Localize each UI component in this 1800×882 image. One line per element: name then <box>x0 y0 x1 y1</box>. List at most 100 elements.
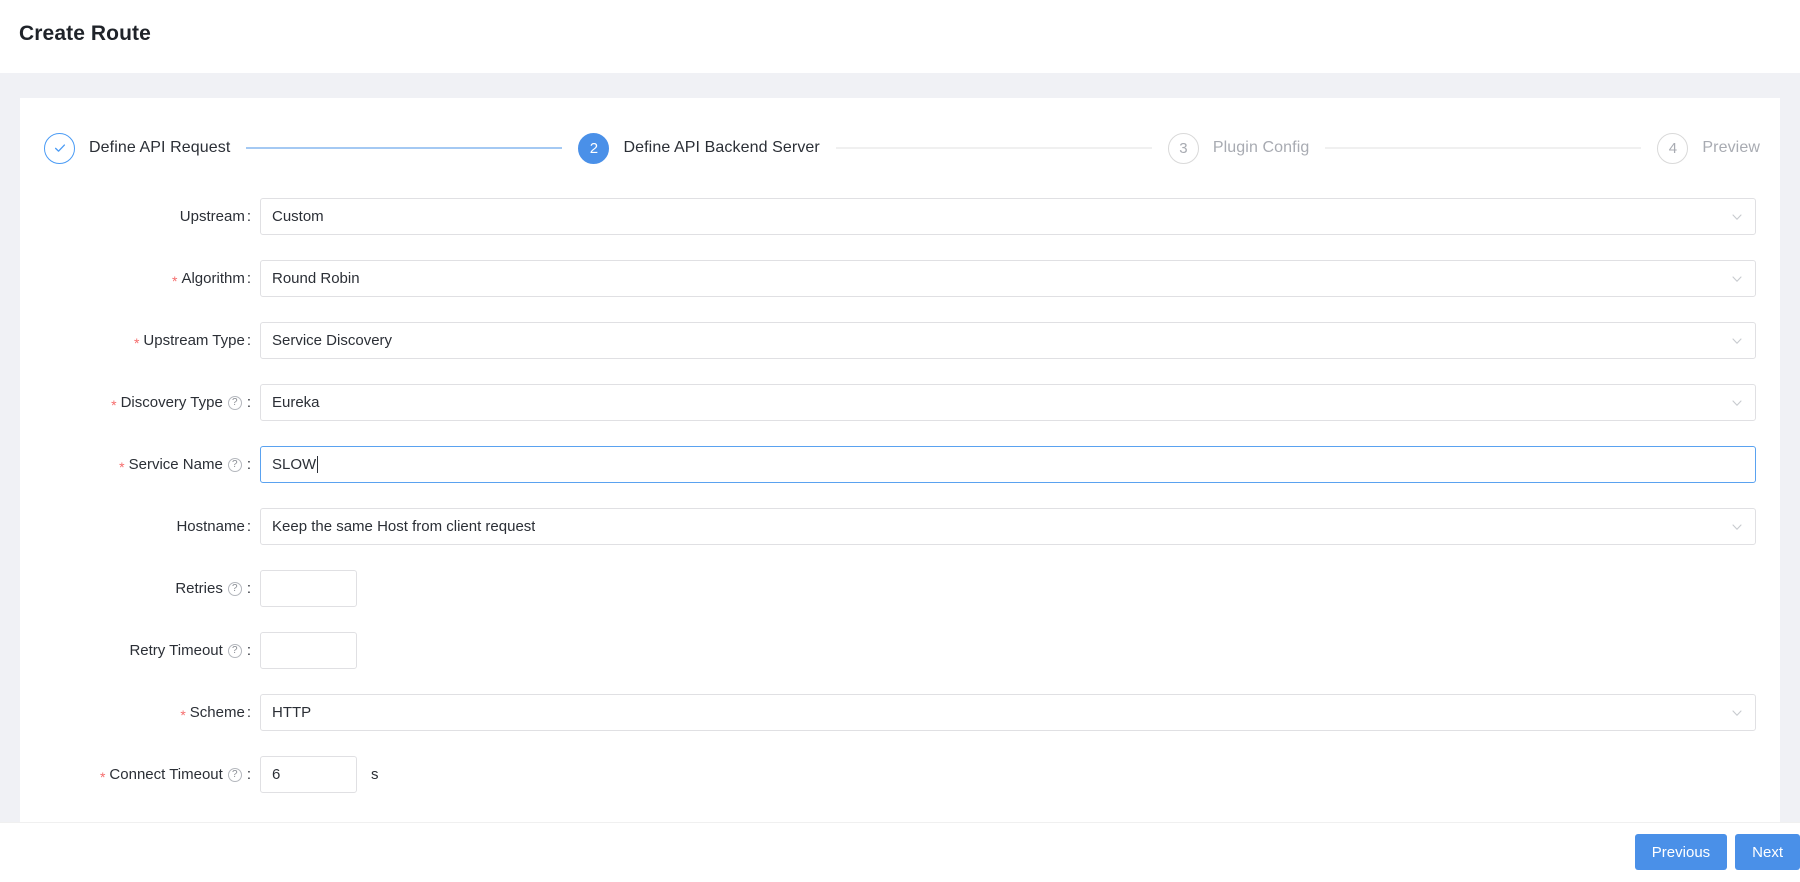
form-label-text: Retries <box>175 580 223 597</box>
form-label-retry-timeout: Retry Timeout?: <box>20 642 260 659</box>
form-control-retries <box>260 570 357 607</box>
backend-server-form: Upstream: Custom * Algorithm: Round Robin * Up… <box>20 198 1780 818</box>
wizard-step-label: Plugin Config <box>1212 139 1310 156</box>
form-control-upstream-type: Service Discovery <box>260 322 1756 359</box>
field-value: Round Robin <box>272 270 360 287</box>
form-label-service-name: * Service Name?: <box>20 456 260 475</box>
form-control-scheme: HTTP <box>260 694 1756 731</box>
form-row-discovery-type: * Discovery Type?: Eureka <box>20 384 1780 421</box>
field-value: Keep the same Host from client request <box>272 518 536 535</box>
form-row-upstream-type: * Upstream Type: Service Discovery <box>20 322 1780 359</box>
form-control-hostname: Keep the same Host from client request <box>260 508 1756 545</box>
form-label-retries: Retries?: <box>20 580 260 597</box>
form-control-service-name: SLOW <box>260 446 1756 483</box>
help-icon[interactable]: ? <box>227 643 242 658</box>
wizard-step-label: Preview <box>1702 139 1760 156</box>
wizard-step-connector <box>1325 147 1642 149</box>
help-icon[interactable]: ? <box>227 457 242 472</box>
form-label-upstream: Upstream: <box>20 208 260 225</box>
form-label-text: Upstream <box>179 208 245 225</box>
form-control-upstream: Custom <box>260 198 1756 235</box>
select-scheme[interactable]: HTTP <box>260 694 1756 731</box>
required-asterisk: * <box>180 706 186 723</box>
check-icon <box>44 132 75 164</box>
wizard-step-connector <box>835 147 1152 149</box>
help-icon[interactable]: ? <box>227 767 242 782</box>
text-caret <box>317 456 319 473</box>
wizard-step-1[interactable]: Define API Request <box>44 132 230 164</box>
form-label-text: Scheme <box>189 704 245 721</box>
required-asterisk: * <box>99 768 106 785</box>
wizard-step-label: Define API Backend Server <box>623 139 820 156</box>
page-right-gutter <box>1780 73 1800 822</box>
field-value: 6 <box>272 766 281 783</box>
field-value: Service Discovery <box>272 332 393 349</box>
form-label-text: Hostname <box>176 518 245 535</box>
field-value: Custom <box>272 208 324 225</box>
label-colon: : <box>246 580 251 597</box>
required-asterisk: * <box>133 334 140 351</box>
form-row-algorithm: * Algorithm: Round Robin <box>20 260 1780 297</box>
form-row-scheme: * Scheme: HTTP <box>20 694 1780 731</box>
wizard-footer: Previous Next <box>0 822 1800 882</box>
wizard-step-4[interactable]: 4 Preview <box>1657 132 1760 164</box>
wizard-step-2[interactable]: 2 Define API Backend Server <box>578 132 820 164</box>
field-value: HTTP <box>272 704 312 721</box>
required-asterisk: * <box>111 396 117 413</box>
label-colon: : <box>246 208 251 225</box>
label-colon: : <box>246 394 251 411</box>
form-label-algorithm: * Algorithm: <box>20 270 260 289</box>
field-value: SLOW <box>272 456 317 473</box>
form-label-upstream-type: * Upstream Type: <box>20 332 260 351</box>
unit-suffix-connect-timeout: s <box>371 766 379 783</box>
label-colon: : <box>246 766 251 783</box>
help-icon[interactable]: ? <box>227 395 242 410</box>
input-retry-timeout[interactable] <box>260 632 357 669</box>
step-number-4: 4 <box>1657 132 1689 164</box>
select-upstream-type[interactable]: Service Discovery <box>260 322 1756 359</box>
form-label-hostname: Hostname: <box>20 518 260 535</box>
select-algorithm[interactable]: Round Robin <box>260 260 1756 297</box>
form-label-text: Service Name <box>128 456 223 473</box>
input-retries[interactable] <box>260 570 357 607</box>
previous-button[interactable]: Previous <box>1634 834 1728 870</box>
form-label-discovery-type: * Discovery Type?: <box>20 394 260 413</box>
form-label-text: Retry Timeout <box>129 642 223 659</box>
form-row-upstream: Upstream: Custom <box>20 198 1780 235</box>
form-label-text: Connect Timeout <box>109 766 223 783</box>
form-label-connect-timeout: * Connect Timeout?: <box>20 766 260 785</box>
form-row-retry-timeout: Retry Timeout?: <box>20 632 1780 669</box>
select-hostname[interactable]: Keep the same Host from client request <box>260 508 1756 545</box>
form-control-algorithm: Round Robin <box>260 260 1756 297</box>
label-colon: : <box>246 270 251 287</box>
wizard-step-3[interactable]: 3 Plugin Config <box>1167 132 1310 164</box>
required-asterisk: * <box>172 272 178 289</box>
step-number-3: 3 <box>1167 132 1199 164</box>
next-button[interactable]: Next <box>1735 834 1800 870</box>
step-number-2: 2 <box>578 132 610 164</box>
label-colon: : <box>246 704 251 721</box>
label-colon: : <box>246 518 251 535</box>
form-row-hostname: Hostname: Keep the same Host from client … <box>20 508 1780 545</box>
form-row-service-name: * Service Name?: SLOW <box>20 446 1780 483</box>
form-row-retries: Retries?: <box>20 570 1780 607</box>
label-colon: : <box>246 332 251 349</box>
wizard-steps: Define API Request 2 Define API Backend Se… <box>20 98 1780 198</box>
input-service-name[interactable]: SLOW <box>260 446 1756 483</box>
form-label-scheme: * Scheme: <box>20 704 260 723</box>
form-control-retry-timeout <box>260 632 357 669</box>
form-label-text: Discovery Type <box>120 394 223 411</box>
select-discovery-type[interactable]: Eureka <box>260 384 1756 421</box>
page-header: Create Route <box>0 0 1800 73</box>
page-title: Create Route <box>19 22 151 45</box>
field-value: Eureka <box>272 394 320 411</box>
help-icon[interactable]: ? <box>227 581 242 596</box>
wizard-card: Define API Request 2 Define API Backend Se… <box>20 98 1780 822</box>
required-asterisk: * <box>119 458 125 475</box>
form-row-connect-timeout: * Connect Timeout?: 6 s <box>20 756 1780 793</box>
select-upstream[interactable]: Custom <box>260 198 1756 235</box>
form-control-discovery-type: Eureka <box>260 384 1756 421</box>
form-control-connect-timeout: 6 <box>260 756 357 793</box>
create-route-page: Create Route Define API Request 2 Define A… <box>0 0 1800 882</box>
input-connect-timeout[interactable]: 6 <box>260 756 357 793</box>
